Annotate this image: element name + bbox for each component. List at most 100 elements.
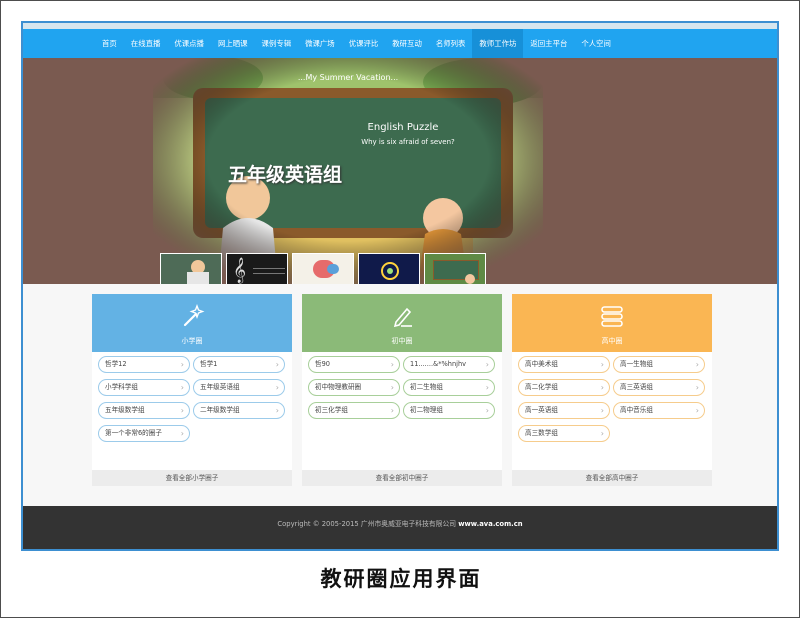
group-item[interactable]: 小学科学组 › [98, 379, 190, 396]
group-label: 11.......&*%hnjhv [410, 360, 467, 368]
footer: Copyright © 2005-2015 广州市奥威亚电子科技有限公司 www… [23, 506, 777, 549]
group-item[interactable]: 高中美术组 › [518, 356, 610, 373]
group-label: 高二化学组 [525, 383, 558, 391]
chevron-right-icon: › [695, 360, 699, 369]
group-label: 哲学12 [105, 360, 127, 368]
group-item[interactable]: 初三化学组 › [308, 402, 400, 419]
nav-item[interactable]: 首页 [95, 29, 124, 58]
group-label: 小学科学组 [105, 383, 138, 391]
group-item[interactable]: 初二生物组 › [403, 379, 495, 396]
group-label: 高三英语组 [620, 383, 653, 391]
chevron-right-icon: › [275, 360, 279, 369]
group-label: 五年级数学组 [105, 406, 145, 414]
nav-item[interactable]: 名师列表 [429, 29, 473, 58]
figure-caption: 教研圈应用界面 [320, 566, 482, 591]
panel-title: 高中圈 [601, 337, 623, 345]
nav-item[interactable]: 在线直播 [124, 29, 168, 58]
nav-item[interactable]: 返回主平台 [523, 29, 574, 58]
panel-header: 初中圈 [302, 294, 502, 352]
chevron-right-icon: › [600, 383, 604, 392]
nav-item[interactable]: 教研互动 [385, 29, 429, 58]
group-item[interactable]: 高三英语组 › [613, 379, 705, 396]
chevron-right-icon: › [180, 429, 184, 438]
chevron-right-icon: › [390, 406, 394, 415]
group-item[interactable]: 哲90 › [308, 356, 400, 373]
group-label: 五年级英语组 [200, 383, 240, 391]
nav-item[interactable]: 微课广场 [298, 29, 342, 58]
group-label: 初中物理教研圈 [315, 383, 362, 391]
group-item[interactable]: 高中音乐组 › [613, 402, 705, 419]
thumbnail-1[interactable] [160, 253, 222, 284]
group-item[interactable]: 哲学1 › [193, 356, 285, 373]
group-label: 初三化学组 [315, 406, 348, 414]
nav-item[interactable]: 优课评比 [342, 29, 386, 58]
figure-frame: 首页 在线直播 优课点播 网上晒课 课例专辑 微课广场 优课评比 教研互动 名师列表 教师工作坊返… [0, 0, 800, 618]
nav-item[interactable]: 个人空间 [574, 29, 618, 58]
panel-header: 小学圈 [92, 294, 292, 352]
chevron-right-icon: › [695, 406, 699, 415]
circle-panel: 小学圈 哲学12 › 哲学1 › 小学科学组 › 五年级英语组 › 五年级数学组 › 二年级数学组 › 第… [92, 294, 292, 486]
group-label: 二年级数学组 [200, 406, 240, 414]
thumbnail-2[interactable]: 𝄞 [226, 253, 288, 284]
nav-item[interactable]: 教师工作坊 [472, 29, 524, 58]
group-item[interactable]: 11.......&*%hnjhv › [403, 356, 495, 373]
chevron-right-icon: › [600, 406, 604, 415]
chevron-right-icon: › [600, 360, 604, 369]
group-item[interactable]: 哲学12 › [98, 356, 190, 373]
chevron-right-icon: › [390, 383, 394, 392]
group-item[interactable]: 高一英语组 › [518, 402, 610, 419]
chevron-right-icon: › [180, 360, 184, 369]
thumbnail-5[interactable] [424, 253, 486, 284]
vacation-text: ...My Summer Vacation... [298, 73, 398, 82]
group-item[interactable]: 高一生物组 › [613, 356, 705, 373]
group-item[interactable]: 初二物理组 › [403, 402, 495, 419]
chevron-right-icon: › [485, 383, 489, 392]
group-item[interactable]: 初中物理教研圈 › [308, 379, 400, 396]
thumbnail-3[interactable] [292, 253, 354, 284]
group-label: 哲90 [315, 360, 330, 368]
board-heading: English Puzzle [368, 122, 439, 133]
nav-menu: 首页 在线直播 优课点播 网上晒课 课例专辑 微课广场 优课评比 教研互动 名师列表 教师工作坊返… [95, 29, 618, 58]
group-label: 高中美术组 [525, 360, 558, 368]
copyright-text: Copyright © 2005-2015 广州市奥威亚电子科技有限公司 [277, 520, 457, 528]
screenshot: 首页 在线直播 优课点播 网上晒课 课例专辑 微课广场 优课评比 教研互动 名师列表 教师工作坊返… [21, 21, 779, 551]
circle-panel: 高中圈 高中美术组 › 高一生物组 › 高二化学组 › 高三英语组 › 高一英语组 › 高中音乐组 › 高… [512, 294, 712, 486]
thumbnail-4[interactable] [358, 253, 420, 284]
group-item[interactable]: 高三数学组 › [518, 425, 610, 442]
view-all-link[interactable]: 查看全部初中圈子 [302, 470, 502, 486]
chevron-right-icon: › [180, 406, 184, 415]
panel-title: 初中圈 [391, 337, 413, 345]
banner: ...My Summer Vacation... English Puzzle … [23, 58, 777, 284]
group-label: 哲学1 [200, 360, 218, 368]
group-item[interactable]: 五年级数学组 › [98, 402, 190, 419]
chevron-right-icon: › [485, 360, 489, 369]
group-label: 初二生物组 [410, 383, 443, 391]
nav-item[interactable]: 网上晒课 [211, 29, 255, 58]
panel-header: 高中圈 [512, 294, 712, 352]
chevron-right-icon: › [600, 429, 604, 438]
chevron-right-icon: › [275, 406, 279, 415]
group-item[interactable]: 高二化学组 › [518, 379, 610, 396]
circles-section: 小学圈 哲学12 › 哲学1 › 小学科学组 › 五年级英语组 › 五年级数学组 › 二年级数学组 › 第… [23, 284, 777, 506]
chevron-right-icon: › [485, 406, 489, 415]
chevron-right-icon: › [695, 383, 699, 392]
group-label: 第一个非常6的圈子 [105, 429, 162, 437]
group-item[interactable]: 二年级数学组 › [193, 402, 285, 419]
view-all-link[interactable]: 查看全部小学圈子 [92, 470, 292, 486]
group-label: 初二物理组 [410, 406, 443, 414]
nav-item[interactable]: 课例专辑 [255, 29, 299, 58]
view-all-link[interactable]: 查看全部高中圈子 [512, 470, 712, 486]
group-label: 高三数学组 [525, 429, 558, 437]
group-label: 高一生物组 [620, 360, 653, 368]
group-item[interactable]: 第一个非常6的圈子 › [98, 425, 190, 442]
group-item[interactable]: 五年级英语组 › [193, 379, 285, 396]
chevron-right-icon: › [275, 383, 279, 392]
chevron-right-icon: › [390, 360, 394, 369]
footer-domain[interactable]: www.ava.com.cn [458, 520, 522, 528]
chevron-right-icon: › [180, 383, 184, 392]
banner-thumbnails: 𝄞 [160, 253, 486, 284]
board-subtitle: Why is six afraid of seven? [361, 138, 455, 146]
nav-item[interactable]: 优课点播 [167, 29, 211, 58]
group-label: 高中音乐组 [620, 406, 653, 414]
top-nav: 首页 在线直播 优课点播 网上晒课 课例专辑 微课广场 优课评比 教研互动 名师列表 教师工作坊返… [23, 23, 777, 58]
